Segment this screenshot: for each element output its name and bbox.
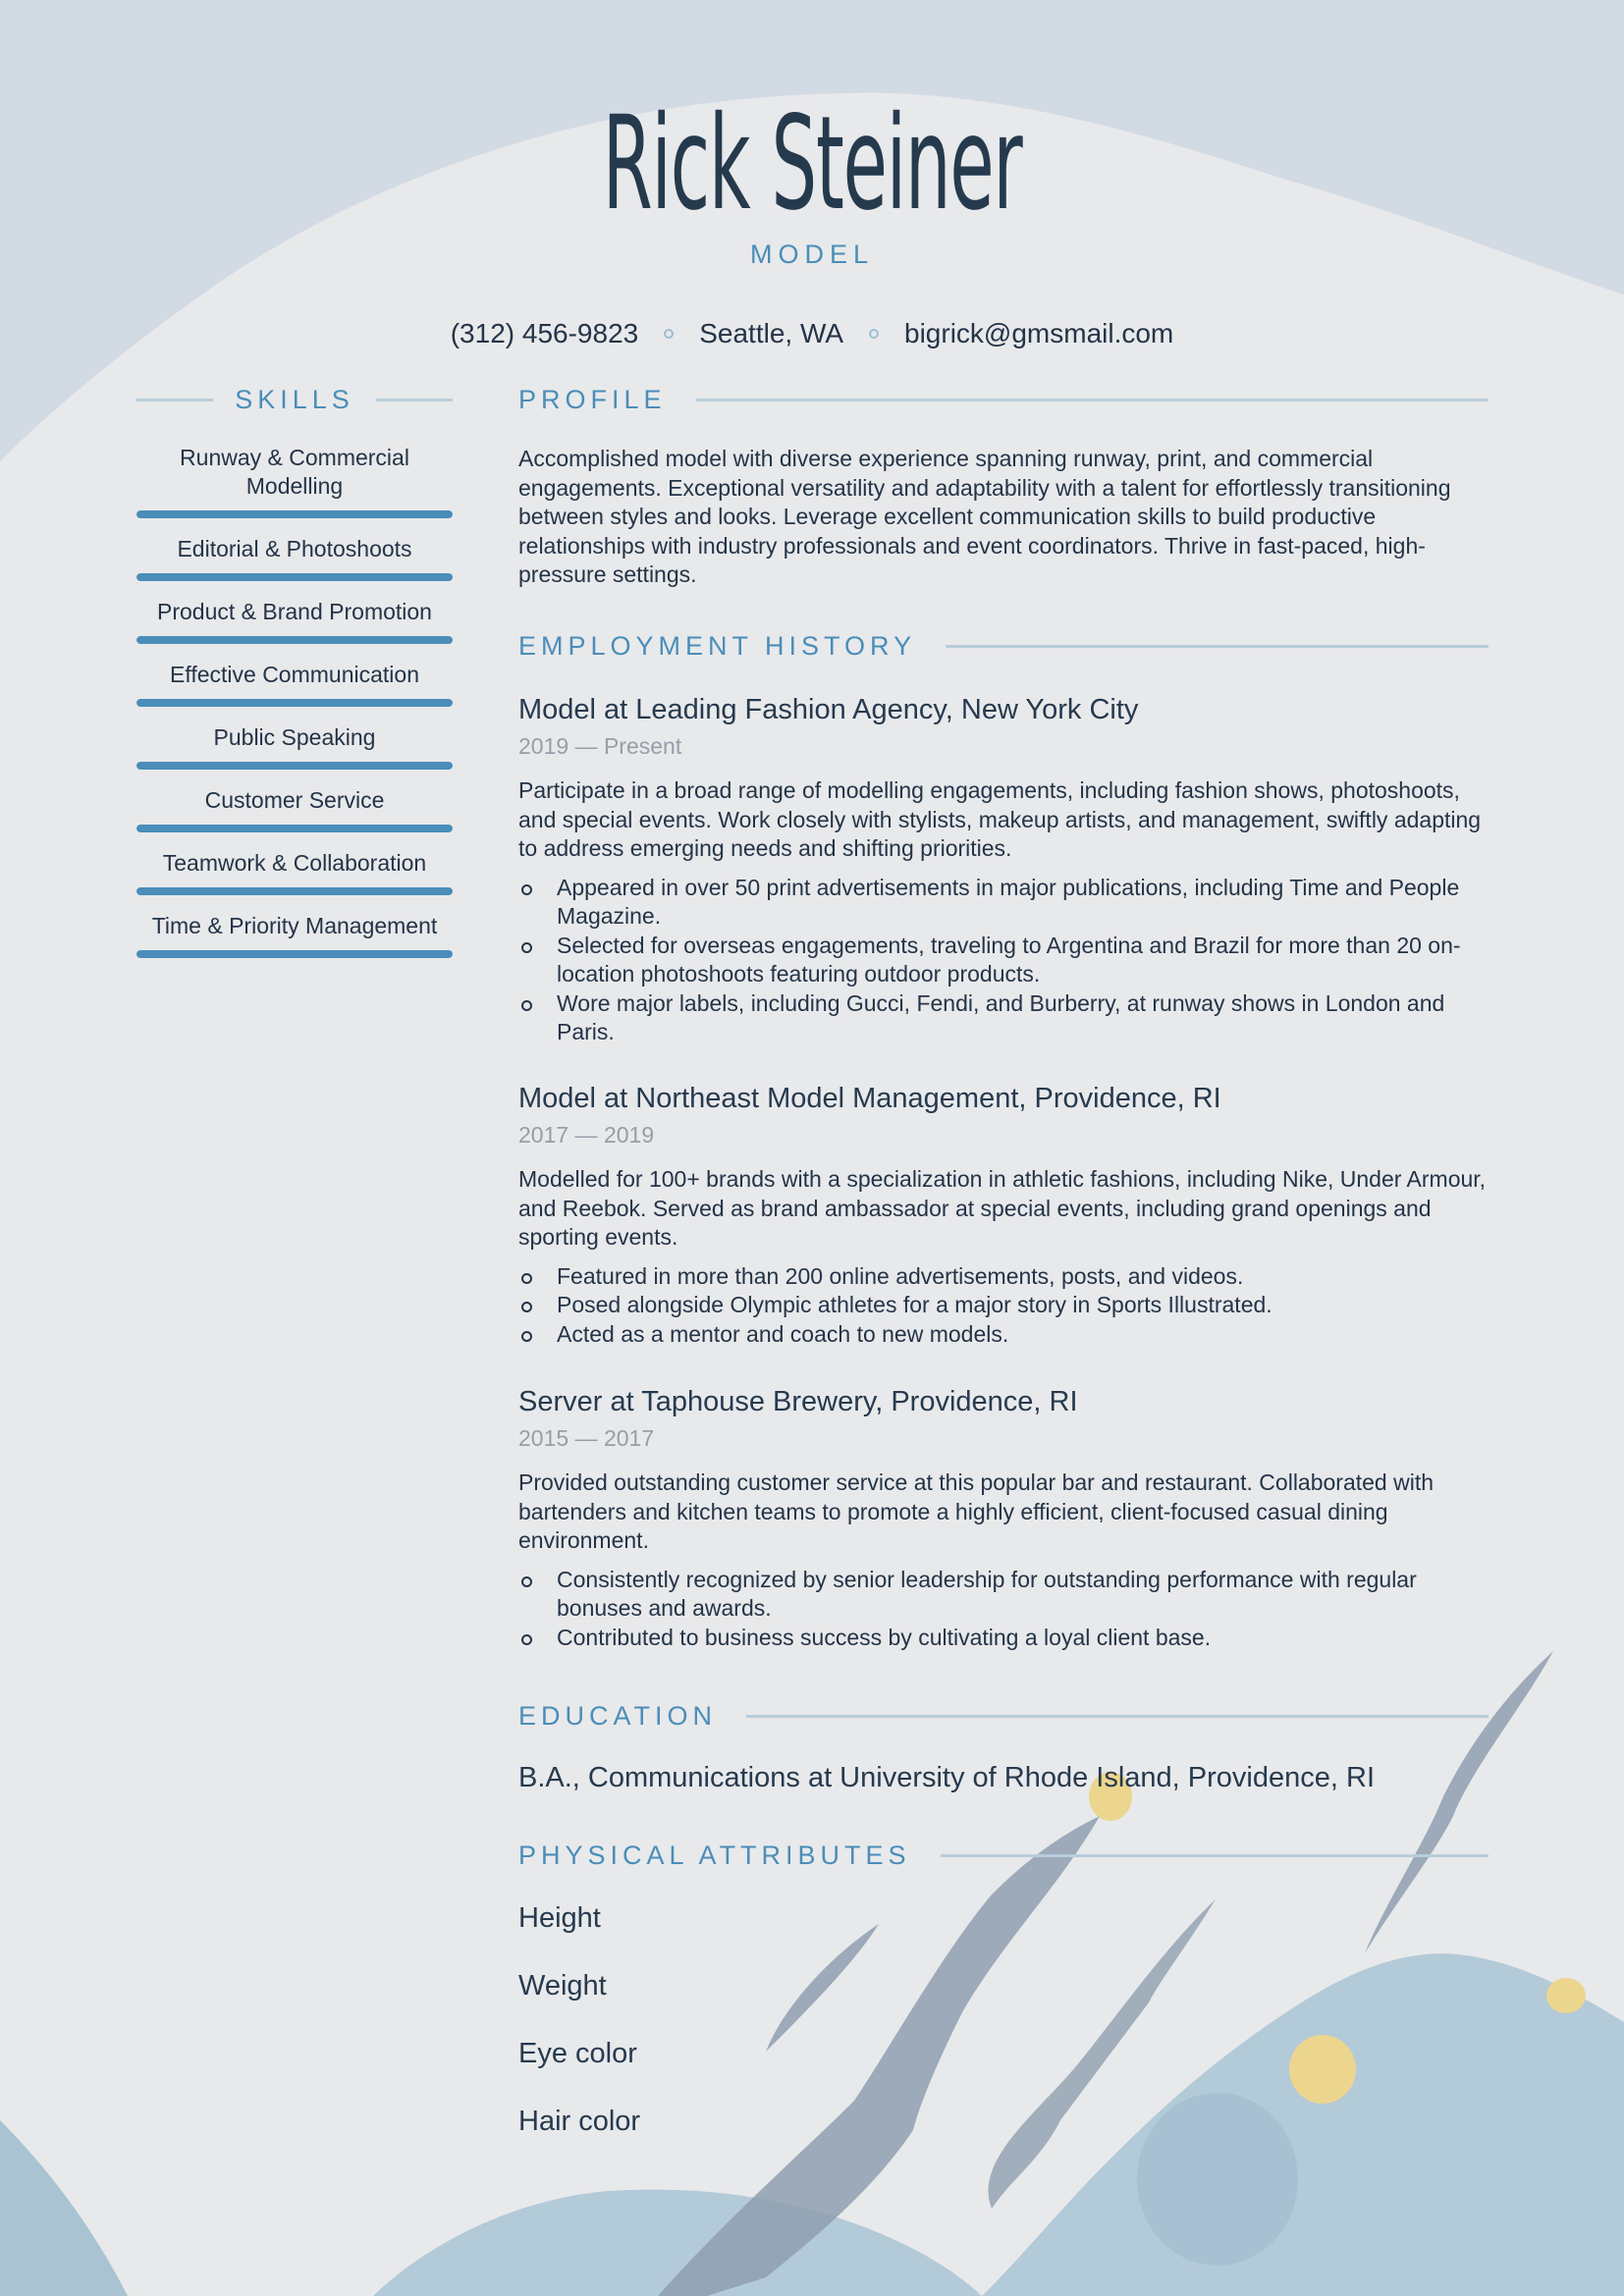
skill-level-bar (136, 887, 453, 895)
skill-item: Effective Communication (136, 661, 453, 707)
job-title: Server at Taphouse Brewery, Providence, … (518, 1386, 1078, 1417)
job-bullets: Featured in more than 200 online adverti… (518, 1262, 1489, 1350)
divider-line (695, 399, 1489, 401)
candidate-role: MODEL (749, 240, 875, 269)
attribute-weight: Weight (518, 1970, 607, 2002)
profile-heading-label: PROFILE (518, 385, 667, 414)
job-bullet: Selected for overseas engagements, trave… (518, 932, 1489, 989)
profile-heading: PROFILE (518, 385, 1489, 415)
job-dates: 2017 — 2019 (518, 1122, 655, 1148)
job-bullet: Featured in more than 200 online adverti… (518, 1262, 1489, 1292)
skill-item: Product & Brand Promotion (136, 598, 453, 644)
skill-level-fill (136, 887, 453, 895)
skill-item: Public Speaking (136, 723, 453, 770)
physical-attributes-heading: PHYSICAL ATTRIBUTES (518, 1841, 1489, 1871)
skill-level-bar (136, 699, 453, 707)
divider-line (946, 645, 1489, 648)
skill-label: Teamwork & Collaboration (162, 850, 427, 876)
job-bullet: Consistently recognized by senior leader… (518, 1566, 1489, 1624)
job-bullet: Wore major labels, including Gucci, Fend… (518, 989, 1489, 1047)
skill-label: Runway & Commercial Modelling (180, 445, 409, 499)
education-heading: EDUCATION (518, 1701, 1489, 1732)
skill-level-bar (136, 636, 453, 644)
skill-level-bar (136, 950, 453, 958)
separator-dot-icon (869, 329, 880, 339)
job-bullet: Appeared in over 50 print advertisements… (518, 874, 1489, 932)
contact-phone[interactable]: (312) 456-9823 (451, 318, 638, 349)
skill-level-bar (136, 825, 453, 832)
contact-email[interactable]: bigrick@gmsmail.com (904, 318, 1173, 349)
employment-heading: EMPLOYMENT HISTORY (518, 631, 1489, 662)
skill-label: Public Speaking (213, 724, 376, 750)
attribute-height: Height (518, 1902, 601, 1934)
job-bullet: Contributed to business success by culti… (518, 1624, 1489, 1653)
job-dates: 2019 — Present (518, 733, 682, 759)
skill-level-bar (136, 573, 453, 581)
candidate-name: Rick Steiner (602, 88, 1023, 240)
skill-level-fill (136, 762, 453, 770)
divider-line (375, 399, 453, 401)
skill-level-fill (136, 699, 453, 707)
contact-location: Seattle, WA (699, 318, 844, 348)
job-entry: Model at Northeast Model Management, Pro… (518, 1081, 1489, 1349)
education-heading-label: EDUCATION (518, 1701, 718, 1731)
skill-level-fill (136, 950, 453, 958)
separator-dot-icon (664, 329, 675, 339)
resume-page: Rick Steiner MODEL (312) 456-9823 Seattl… (0, 0, 1624, 2296)
skill-item: Editorial & Photoshoots (136, 535, 453, 581)
skill-level-bar (136, 762, 453, 770)
skill-level-fill (136, 636, 453, 644)
skills-heading: SKILLS (136, 385, 453, 415)
job-entry: Server at Taphouse Brewery, Providence, … (518, 1384, 1489, 1652)
skill-item: Runway & Commercial Modelling (136, 444, 453, 518)
skills-heading-label: SKILLS (235, 385, 354, 414)
education-item: B.A., Communications at University of Rh… (518, 1762, 1375, 1793)
skill-level-fill (136, 825, 453, 832)
skill-level-fill (136, 573, 453, 581)
skill-label: Effective Communication (170, 662, 419, 687)
skill-item: Customer Service (136, 786, 453, 832)
skill-item: Time & Priority Management (136, 912, 453, 958)
skill-label: Time & Priority Management (151, 913, 438, 938)
attribute-hair-color: Hair color (518, 2106, 641, 2137)
job-dates: 2015 — 2017 (518, 1425, 655, 1451)
job-title: Model at Northeast Model Management, Pro… (518, 1083, 1221, 1114)
skills-list: Runway & Commercial Modelling Editorial … (136, 444, 453, 975)
divider-line (136, 399, 214, 401)
job-title: Model at Leading Fashion Agency, New Yor… (518, 694, 1139, 725)
skill-item: Teamwork & Collaboration (136, 849, 453, 895)
job-summary: Modelled for 100+ brands with a speciali… (518, 1166, 1487, 1250)
skill-label: Editorial & Photoshoots (177, 536, 412, 561)
job-summary: Provided outstanding customer service at… (518, 1469, 1435, 1553)
skill-level-fill (136, 510, 453, 518)
job-bullets: Appeared in over 50 print advertisements… (518, 874, 1489, 1047)
job-bullet: Posed alongside Olympic athletes for a m… (518, 1291, 1489, 1320)
skill-label: Product & Brand Promotion (157, 599, 432, 624)
contact-info: (312) 456-9823 Seattle, WA bigrick@gmsma… (0, 318, 1624, 349)
skill-label: Customer Service (204, 787, 385, 813)
attribute-eye-color: Eye color (518, 2038, 637, 2069)
job-summary: Participate in a broad range of modellin… (518, 777, 1482, 861)
divider-line (746, 1715, 1489, 1718)
job-bullet: Acted as a mentor and coach to new model… (518, 1320, 1489, 1350)
profile-text: Accomplished model with diverse experien… (518, 446, 1451, 587)
divider-line (940, 1854, 1489, 1857)
job-bullets: Consistently recognized by senior leader… (518, 1566, 1489, 1653)
skill-level-bar (136, 510, 453, 518)
employment-heading-label: EMPLOYMENT HISTORY (518, 631, 917, 661)
physical-attributes-heading-label: PHYSICAL ATTRIBUTES (518, 1841, 911, 1870)
job-entry: Model at Leading Fashion Agency, New Yor… (518, 692, 1489, 1047)
